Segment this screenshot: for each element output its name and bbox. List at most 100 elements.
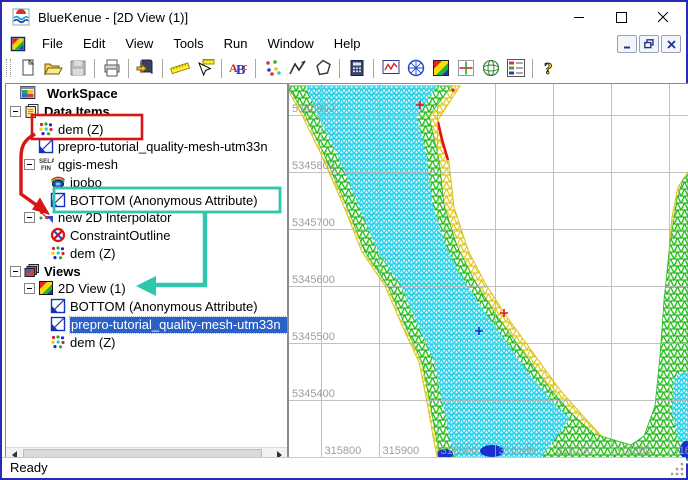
menu-item-help[interactable]: Help — [324, 34, 371, 53]
tree-item-label: new 2D Interpolator — [58, 210, 172, 225]
window-title: BlueKenue - [2D View (1)] — [38, 9, 189, 25]
scatter-points-icon — [265, 60, 281, 76]
resize-grip[interactable] — [671, 463, 684, 476]
timeseries-plot-button[interactable] — [378, 57, 403, 80]
menu-item-run[interactable]: Run — [214, 34, 258, 53]
tree-item-label: prepro-tutorial_quality-mesh-utm33n — [58, 139, 268, 154]
app-icon — [12, 8, 30, 26]
toolbar-grip[interactable] — [6, 59, 11, 77]
toolbar-separator — [94, 58, 95, 78]
menu-item-tools[interactable]: Tools — [163, 34, 213, 53]
tree-item-qgis-mesh[interactable]: SELA FIN qgis-mesh — [6, 155, 287, 173]
tree-item-ipobo[interactable]: ipobo — [6, 173, 287, 191]
tree-item-workspace[interactable]: WorkSpace — [6, 84, 287, 102]
calculator-button[interactable] — [344, 57, 369, 80]
tree-item-prepro-tutorial-quality-mesh-utm33n[interactable]: prepro-tutorial_quality-mesh-utm33n — [6, 315, 287, 334]
toolbar-separator — [255, 58, 256, 78]
toolbar-separator — [532, 58, 533, 78]
svg-text:c: c — [243, 62, 248, 73]
tree-item-data-items[interactable]: Data Items — [6, 102, 287, 120]
polyline-icon — [288, 60, 306, 75]
sphere-mesh-icon — [482, 59, 499, 77]
main-area: WorkSpace Data Items dem (Z) prepro-tutoria… — [2, 81, 688, 464]
mdi-restore-button[interactable] — [639, 35, 659, 53]
tree-item-bottom-anonymous-attribute[interactable]: BOTTOM (Anonymous Attribute) — [6, 297, 287, 315]
workspace-tree-panel[interactable]: WorkSpace Data Items dem (Z) prepro-tutoria… — [5, 83, 288, 464]
font-abc-icon: ABc — [229, 61, 248, 78]
tree-item-dem-z[interactable]: dem (Z) — [6, 244, 287, 262]
data-items-icon — [24, 103, 40, 119]
mesh-globe-button[interactable] — [403, 57, 428, 80]
minimize-button[interactable] — [558, 2, 600, 32]
colormap-button[interactable] — [428, 57, 453, 80]
tree-item-label: qgis-mesh — [58, 157, 118, 172]
tree-item-2d-view-1[interactable]: 2D View (1) — [6, 279, 287, 297]
interp-icon: a — [38, 209, 54, 225]
scatter-points-button[interactable] — [260, 57, 285, 80]
menu-item-edit[interactable]: Edit — [73, 34, 115, 53]
status-text: Ready — [10, 460, 48, 475]
font-abc-button[interactable]: ABc — [226, 57, 251, 80]
help-icon: ? — [543, 59, 553, 78]
tree-expander-icon[interactable] — [24, 159, 35, 170]
svg-text:?: ? — [544, 59, 553, 78]
map-view-2d[interactable]: 5345900 5345800 5345700 5345600 5345500 53454… — [288, 83, 688, 464]
legend-icon — [506, 59, 525, 77]
ruler-button[interactable] — [167, 57, 192, 80]
tree-item-label: ConstraintOutline — [70, 228, 171, 243]
title-bar[interactable]: BlueKenue - [2D View (1)] — [2, 2, 686, 32]
svg-text:SELA: SELA — [39, 158, 54, 165]
toolbar: A Bc? — [2, 55, 686, 82]
tree-item-label: WorkSpace — [47, 86, 118, 101]
toolbar-separator — [221, 58, 222, 78]
maximize-button[interactable] — [600, 2, 642, 32]
menu-item-view[interactable]: View — [115, 34, 163, 53]
tree-item-dem-z[interactable]: dem (Z) — [6, 333, 287, 351]
deep-spot-2 — [480, 445, 504, 457]
mdi-minimize-button[interactable] — [617, 35, 637, 53]
close-button[interactable] — [642, 2, 684, 32]
menu-bar: File Edit View Tools Run Window Help — [2, 32, 686, 55]
dots-icon — [50, 245, 66, 261]
tree-item-dem-z[interactable]: dem (Z) — [6, 120, 287, 138]
tree-item-constraintoutline[interactable]: ConstraintOutline — [6, 226, 287, 244]
mesh-canvas[interactable] — [289, 84, 688, 461]
tree-expander-icon[interactable] — [24, 283, 35, 294]
tree-expander-icon[interactable] — [10, 106, 21, 117]
import-book-icon — [136, 59, 152, 75]
sphere-mesh-button[interactable] — [478, 57, 503, 80]
legend-button[interactable] — [503, 57, 528, 80]
print-button[interactable] — [99, 57, 124, 80]
open-folder-button[interactable] — [40, 57, 65, 80]
tree-item-label: BOTTOM (Anonymous Attribute) — [70, 193, 258, 208]
tree-item-new-2d-interpolator[interactable]: a new 2D Interpolator — [6, 208, 287, 226]
toolbar-separator — [128, 58, 129, 78]
probe-ruler-button[interactable] — [192, 57, 217, 80]
document-icon — [10, 36, 26, 52]
app-window: BlueKenue - [2D View (1)] File Edit View To… — [0, 0, 688, 480]
help-button[interactable]: ? — [537, 57, 562, 80]
menu-item-file[interactable]: File — [32, 34, 73, 53]
print-icon — [104, 59, 119, 77]
polygon-button[interactable] — [310, 57, 335, 80]
axes-button[interactable] — [453, 57, 478, 80]
tree-item-prepro-tutorial-quality-mesh-utm33n[interactable]: prepro-tutorial_quality-mesh-utm33n — [6, 137, 287, 155]
tree-item-label: 2D View (1) — [58, 281, 126, 296]
tree-item-label: Data Items — [44, 104, 110, 119]
red-speckle — [451, 88, 455, 92]
workspace-icon — [20, 85, 42, 101]
import-book-button[interactable] — [133, 57, 158, 80]
tree-item-views[interactable]: Views — [6, 262, 287, 280]
toolbar-separator — [373, 58, 374, 78]
menu-item-window[interactable]: Window — [258, 34, 324, 53]
probe-ruler-icon — [197, 59, 214, 77]
toolbar-separator — [339, 58, 340, 78]
polyline-button[interactable] — [285, 57, 310, 80]
tree-item-bottom-anonymous-attribute[interactable]: BOTTOM (Anonymous Attribute) — [6, 191, 287, 209]
tree-item-label: dem (Z) — [70, 335, 116, 350]
new-file-button[interactable] — [15, 57, 40, 80]
mdi-close-button[interactable] — [661, 35, 681, 53]
tree-expander-icon[interactable] — [24, 212, 35, 223]
tree-expander-icon[interactable] — [10, 266, 21, 277]
save-button[interactable] — [65, 57, 90, 80]
